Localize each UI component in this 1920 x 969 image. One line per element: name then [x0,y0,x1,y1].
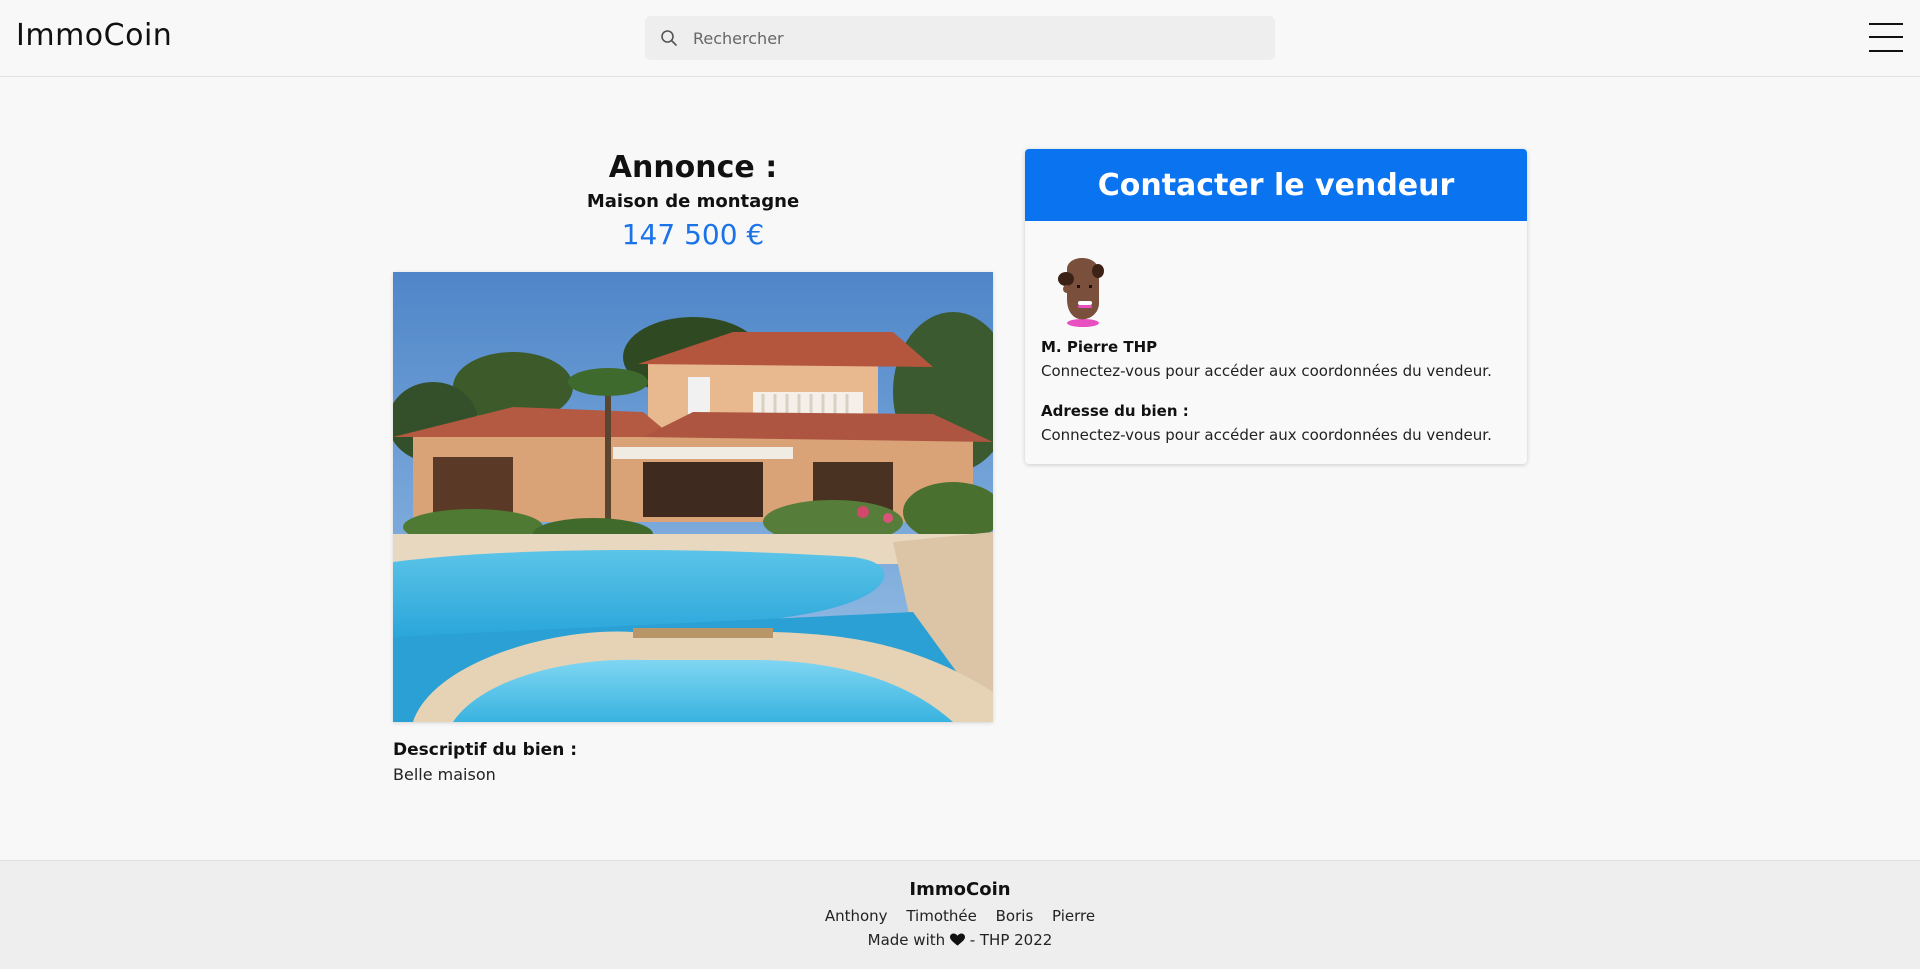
search-bar[interactable] [645,16,1275,60]
footer-brand: ImmoCoin [909,879,1011,900]
address-notice: Connectez-vous pour accéder aux coordonn… [1041,426,1492,444]
search-input[interactable] [693,16,1263,60]
footer-link-boris[interactable]: Boris [996,907,1034,925]
navbar: ImmoCoin [0,0,1920,77]
seller-contact-notice: Connectez-vous pour accéder aux coordonn… [1041,362,1492,380]
footer-link-pierre[interactable]: Pierre [1052,907,1095,925]
description-text: Belle maison [393,765,496,784]
footer-author-links: Anthony Timothée Boris Pierre [0,907,1920,925]
footer-link-anthony[interactable]: Anthony [825,907,888,925]
seller-name: M. Pierre THP [1041,338,1158,356]
hamburger-menu-icon[interactable] [1869,23,1903,53]
avatar [1058,258,1104,327]
contact-seller-button[interactable]: Contacter le vendeur [1025,149,1527,221]
address-label: Adresse du bien : [1041,402,1189,420]
credit-prefix: Made with [867,931,946,949]
brand-logo[interactable]: ImmoCoin [16,18,172,53]
description-label: Descriptif du bien : [393,740,578,760]
footer-credit: Made with - THP 2022 [0,931,1920,949]
search-icon [661,30,677,46]
listing-title: Maison de montagne [586,191,800,212]
listing-heading: Annonce : [608,150,778,185]
footer: ImmoCoin Anthony Timothée Boris Pierre M… [0,860,1920,969]
listing-photo [393,272,993,722]
listing-price: 147 500 € [621,218,765,251]
credit-suffix: - THP 2022 [969,931,1053,949]
footer-link-timothee[interactable]: Timothée [906,907,977,925]
contact-card: Contacter le vendeur M. Pierre THP Conne… [1025,149,1527,464]
heart-icon [949,933,965,946]
